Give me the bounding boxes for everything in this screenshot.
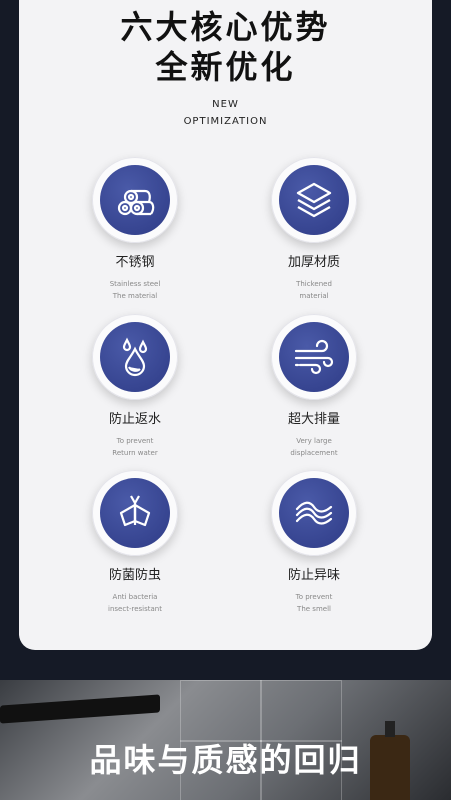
pipes-icon: [117, 189, 155, 216]
faucet-image: [0, 694, 160, 724]
feature-anti-bacteria: 防菌防虫 Anti bacteria insect-resistant: [60, 470, 210, 615]
feature-desc-line2: The smell: [297, 605, 331, 613]
feature-prevent-smell: 防止异味 To prevent The smell: [239, 470, 389, 615]
feature-thickened-material: 加厚材质 Thickened material: [239, 157, 389, 302]
water-drop-icon: [122, 337, 148, 377]
feature-prevent-return-water: 防止返水 To prevent Return water: [60, 314, 210, 459]
optimization-label: OPTIMIZATION: [183, 116, 268, 127]
feature-desc-line1: To prevent: [116, 437, 154, 445]
feature-desc-line2: The material: [112, 292, 158, 300]
feature-desc-line2: displacement: [290, 449, 338, 457]
feature-name: 防菌防虫: [108, 568, 161, 583]
page-subtitle: 全新优化: [155, 48, 296, 86]
feature-desc-line1: Anti bacteria: [112, 593, 158, 601]
feature-name: 加厚材质: [287, 255, 340, 270]
feature-desc-line1: To prevent: [295, 593, 333, 601]
feature-desc-line2: material: [299, 292, 329, 300]
feature-stainless-steel: 不锈钢 Stainless steel The material: [60, 157, 210, 302]
wind-icon: [294, 339, 334, 375]
moth-icon: [119, 495, 151, 527]
feature-name: 超大排量: [287, 412, 340, 427]
feature-desc-line1: Stainless steel: [109, 280, 161, 288]
feature-desc-line1: Very large: [296, 437, 332, 445]
feature-name: 防止返水: [108, 412, 161, 427]
feature-name: 不锈钢: [115, 255, 155, 270]
layers-icon: [296, 182, 332, 218]
feature-desc-line2: insect-resistant: [108, 605, 162, 613]
feature-name: 防止异味: [287, 568, 340, 583]
feature-desc-line1: Thickened: [296, 280, 332, 288]
waves-icon: [295, 501, 333, 525]
feature-desc-line2: Return water: [112, 449, 158, 457]
banner-slogan: 品味与质感的回归: [89, 741, 362, 779]
feature-large-displacement: 超大排量 Very large displacement: [239, 314, 389, 459]
new-label: NEW: [212, 99, 239, 110]
